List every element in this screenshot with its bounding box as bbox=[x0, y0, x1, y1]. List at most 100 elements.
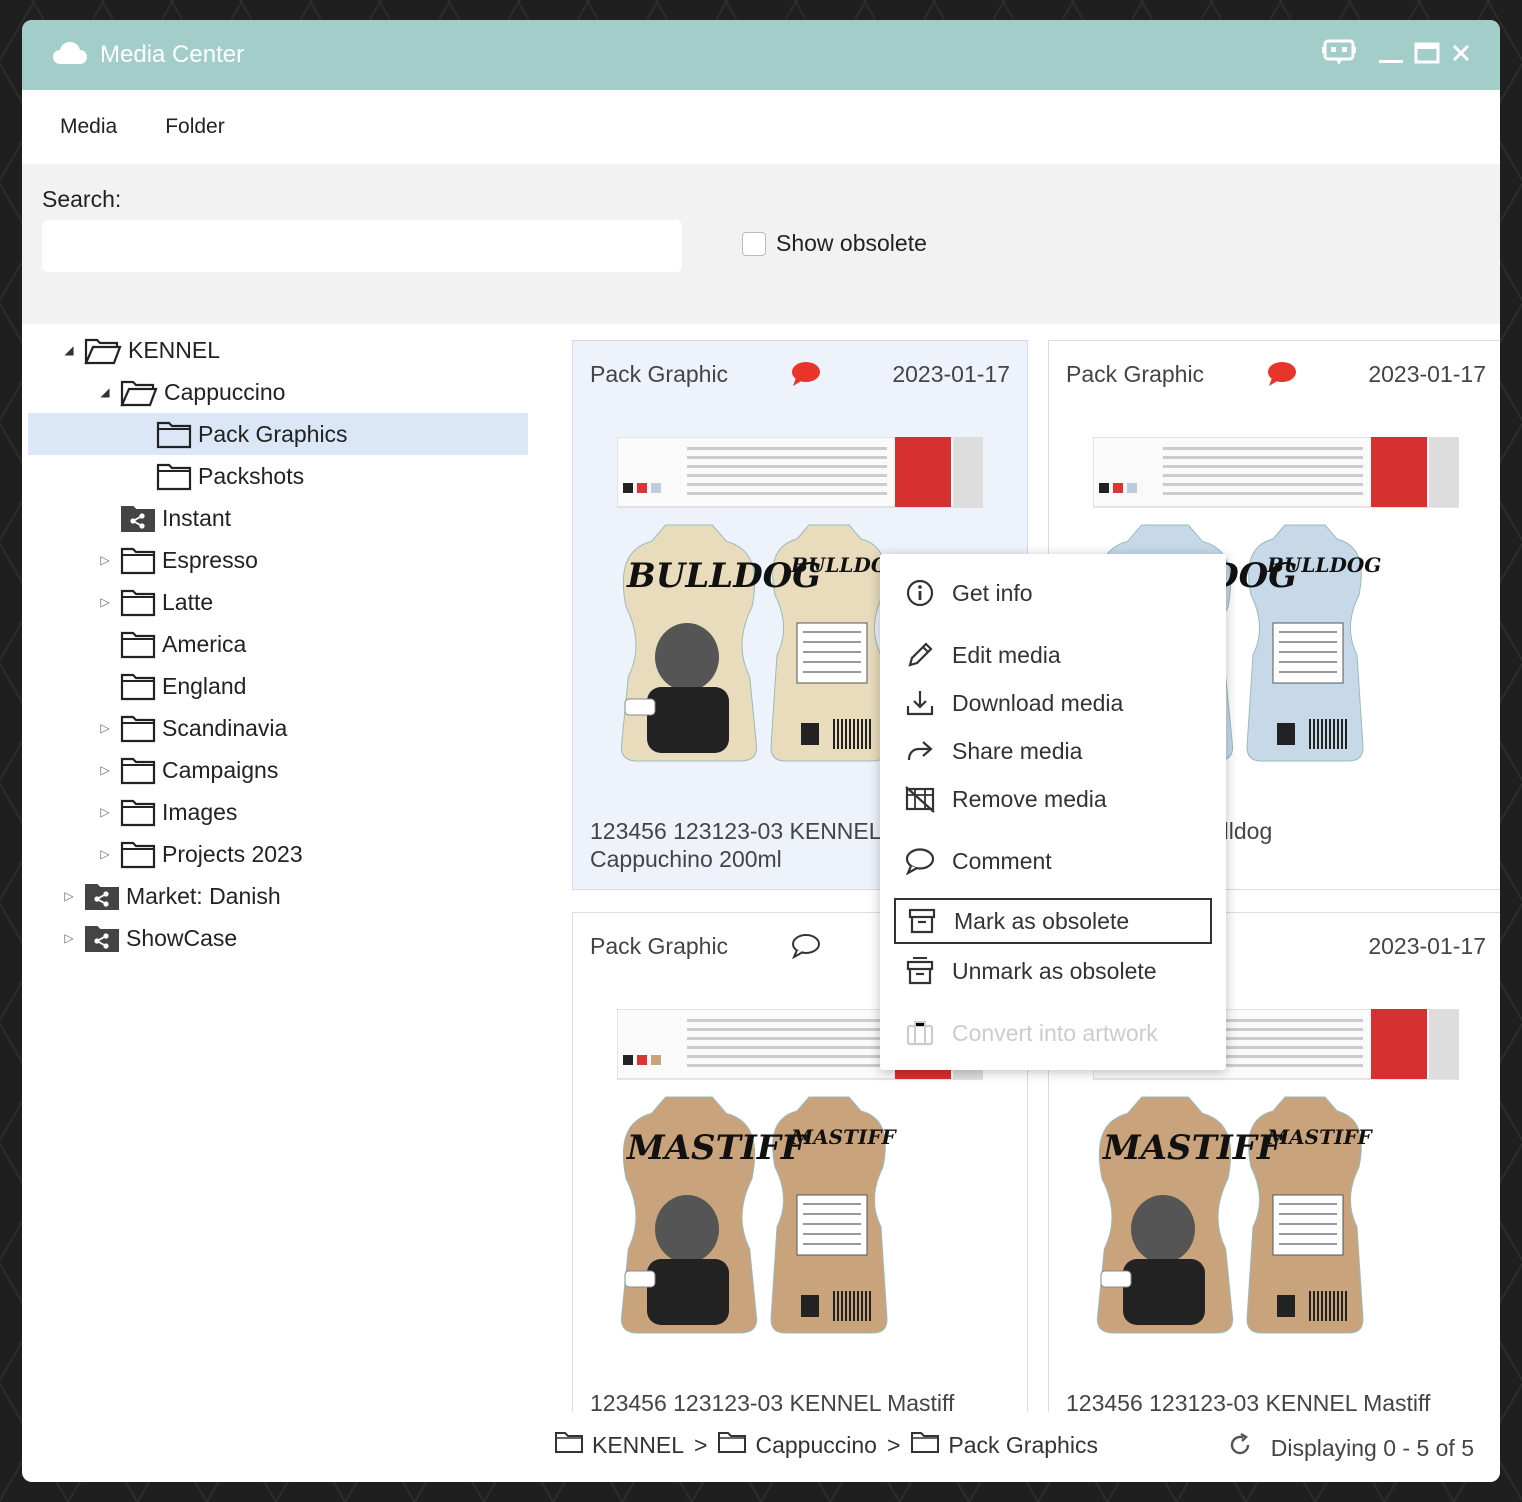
convert-icon bbox=[902, 1018, 938, 1048]
tree-item-america[interactable]: America bbox=[98, 623, 246, 665]
menu-item-mark-as-obsolete[interactable]: Mark as obsolete bbox=[894, 898, 1212, 944]
chat-support-icon[interactable] bbox=[1320, 38, 1358, 73]
context-menu: Get info Edit media Download media Share me… bbox=[880, 554, 1226, 1070]
tree-item-label: Cappuccino bbox=[164, 378, 286, 405]
menu-item-unmark-as-obsolete[interactable]: Unmark as obsolete bbox=[894, 948, 1212, 994]
display-count: Displaying 0 - 5 of 5 bbox=[1270, 1434, 1474, 1461]
tree-item-packshots[interactable]: Packshots bbox=[134, 455, 304, 497]
menu-item-label: Get info bbox=[952, 579, 1033, 606]
breadcrumb-label: KENNEL bbox=[592, 1431, 685, 1458]
folder-icon bbox=[120, 671, 156, 701]
folder-open-icon bbox=[120, 376, 158, 408]
tree-item-projects-2023[interactable]: ▷ Projects 2023 bbox=[98, 833, 303, 875]
unarchive-icon bbox=[902, 956, 938, 986]
remove-icon bbox=[902, 784, 938, 814]
tree-item-england[interactable]: England bbox=[98, 665, 246, 707]
comment-icon[interactable] bbox=[1267, 361, 1297, 392]
breadcrumb-item[interactable]: Cappuccino bbox=[717, 1430, 877, 1460]
svg-text:MASTIFF: MASTIFF bbox=[626, 1128, 808, 1168]
folder-icon bbox=[120, 755, 156, 785]
menu-item-label: Download media bbox=[952, 689, 1124, 716]
menu-item-get-info[interactable]: Get info bbox=[894, 570, 1212, 616]
tree-item-label: KENNEL bbox=[128, 336, 221, 363]
tree-item-label: Espresso bbox=[162, 546, 258, 573]
menu-item-label: Share media bbox=[952, 737, 1083, 764]
tree-item-label: England bbox=[162, 672, 247, 699]
tree-item-cappuccino[interactable]: ◢ Cappuccino bbox=[98, 371, 285, 413]
minimize-icon[interactable] bbox=[1378, 40, 1404, 71]
tree-item-images[interactable]: ▷ Images bbox=[98, 791, 237, 833]
svg-text:BULLDOG: BULLDOG bbox=[1266, 553, 1381, 577]
tree-item-pack-graphics[interactable]: Pack Graphics bbox=[28, 413, 528, 455]
breadcrumb-separator: > bbox=[694, 1431, 708, 1458]
maximize-icon[interactable] bbox=[1414, 40, 1440, 71]
media-type: Pack Graphic bbox=[590, 933, 729, 959]
menu-item-download-media[interactable]: Download media bbox=[894, 680, 1212, 726]
close-icon[interactable] bbox=[1450, 42, 1472, 69]
tree-item-campaigns[interactable]: ▷ Campaigns bbox=[98, 749, 278, 791]
expand-arrow-icon[interactable]: ▷ bbox=[62, 931, 76, 945]
menu-item-comment[interactable]: Comment bbox=[894, 838, 1212, 884]
media-name: 123456 123123-03 KENNEL Mastiff bbox=[590, 1389, 1010, 1412]
comment-icon bbox=[902, 847, 938, 875]
show-obsolete-checkbox[interactable] bbox=[742, 231, 766, 256]
menu-item-edit-media[interactable]: Edit media bbox=[894, 632, 1212, 678]
tree-item-espresso[interactable]: ▷ Espresso bbox=[98, 539, 258, 581]
tree-item-latte[interactable]: ▷ Latte bbox=[98, 581, 213, 623]
collapse-arrow-icon[interactable]: ◢ bbox=[98, 385, 112, 399]
status-bar: KENNEL > Cappuccino > Pack Graphics Displayi… bbox=[550, 1412, 1500, 1482]
expand-arrow-icon[interactable]: ▷ bbox=[98, 763, 112, 777]
menu-item-label: Mark as obsolete bbox=[954, 907, 1130, 934]
menu-folder[interactable]: Folder bbox=[165, 115, 225, 139]
search-panel: Search: Show obsolete bbox=[22, 164, 1500, 324]
tree-item-kennel[interactable]: ◢ KENNEL bbox=[62, 329, 220, 371]
collapse-arrow-icon[interactable]: ◢ bbox=[62, 343, 76, 357]
tree-item-instant[interactable]: Instant bbox=[98, 497, 231, 539]
expand-arrow-icon[interactable]: ▷ bbox=[98, 721, 112, 735]
comment-icon[interactable] bbox=[791, 361, 821, 392]
expand-arrow-icon[interactable]: ▷ bbox=[98, 847, 112, 861]
breadcrumb-item[interactable]: KENNEL bbox=[554, 1430, 684, 1460]
breadcrumb-separator: > bbox=[886, 1431, 901, 1458]
tree-item-scandinavia[interactable]: ▷ Scandinavia bbox=[98, 707, 287, 749]
breadcrumb-item[interactable]: Pack Graphics bbox=[910, 1430, 1098, 1460]
comment-icon[interactable] bbox=[791, 933, 821, 964]
expand-arrow-icon[interactable]: ▷ bbox=[98, 595, 112, 609]
tree-item-label: Images bbox=[162, 798, 238, 825]
menu-item-label: Remove media bbox=[952, 785, 1107, 812]
tree-item-label: America bbox=[162, 630, 247, 657]
tree-item-label: Projects 2023 bbox=[162, 840, 303, 867]
expand-arrow-icon[interactable]: ▷ bbox=[98, 805, 112, 819]
menu-item-remove-media[interactable]: Remove media bbox=[894, 776, 1212, 822]
folder-icon bbox=[554, 1430, 584, 1460]
media-date: 2023-01-17 bbox=[1368, 361, 1486, 387]
refresh-icon[interactable] bbox=[1227, 1432, 1253, 1464]
folder-icon bbox=[120, 545, 156, 575]
title-bar: Media Center bbox=[22, 20, 1500, 90]
media-type: Pack Graphic bbox=[1066, 361, 1205, 387]
folder-icon bbox=[120, 839, 156, 869]
menu-item-convert-into-artwork: Convert into artwork bbox=[894, 1010, 1212, 1056]
expand-arrow-icon[interactable]: ▷ bbox=[98, 553, 112, 567]
media-center-window: Media Center Media Folder Search: Show o… bbox=[22, 20, 1500, 1482]
tree-item-showcase[interactable]: ▷ ShowCase bbox=[62, 917, 237, 959]
folder-icon bbox=[120, 797, 156, 827]
tree-item-market-danish[interactable]: ▷ Market: Danish bbox=[62, 875, 281, 917]
breadcrumb-label: Cappuccino bbox=[755, 1431, 877, 1458]
folder-icon bbox=[156, 461, 192, 491]
menu-media[interactable]: Media bbox=[60, 115, 117, 139]
tree-item-label: Scandinavia bbox=[162, 714, 288, 741]
menu-item-share-media[interactable]: Share media bbox=[894, 728, 1212, 774]
tree-item-label: Instant bbox=[162, 504, 232, 531]
tree-item-label: Campaigns bbox=[162, 756, 279, 783]
media-date: 2023-01-17 bbox=[892, 361, 1010, 387]
menu-bar: Media Folder bbox=[22, 90, 1500, 164]
expand-arrow-icon[interactable]: ▷ bbox=[62, 889, 76, 903]
folder-open-icon bbox=[84, 334, 122, 366]
search-input[interactable] bbox=[42, 220, 682, 272]
folder-icon bbox=[120, 713, 156, 743]
breadcrumb-label: Pack Graphics bbox=[948, 1431, 1098, 1458]
media-name-line1: 123456 123123-03 KENNEL B bbox=[590, 818, 903, 844]
